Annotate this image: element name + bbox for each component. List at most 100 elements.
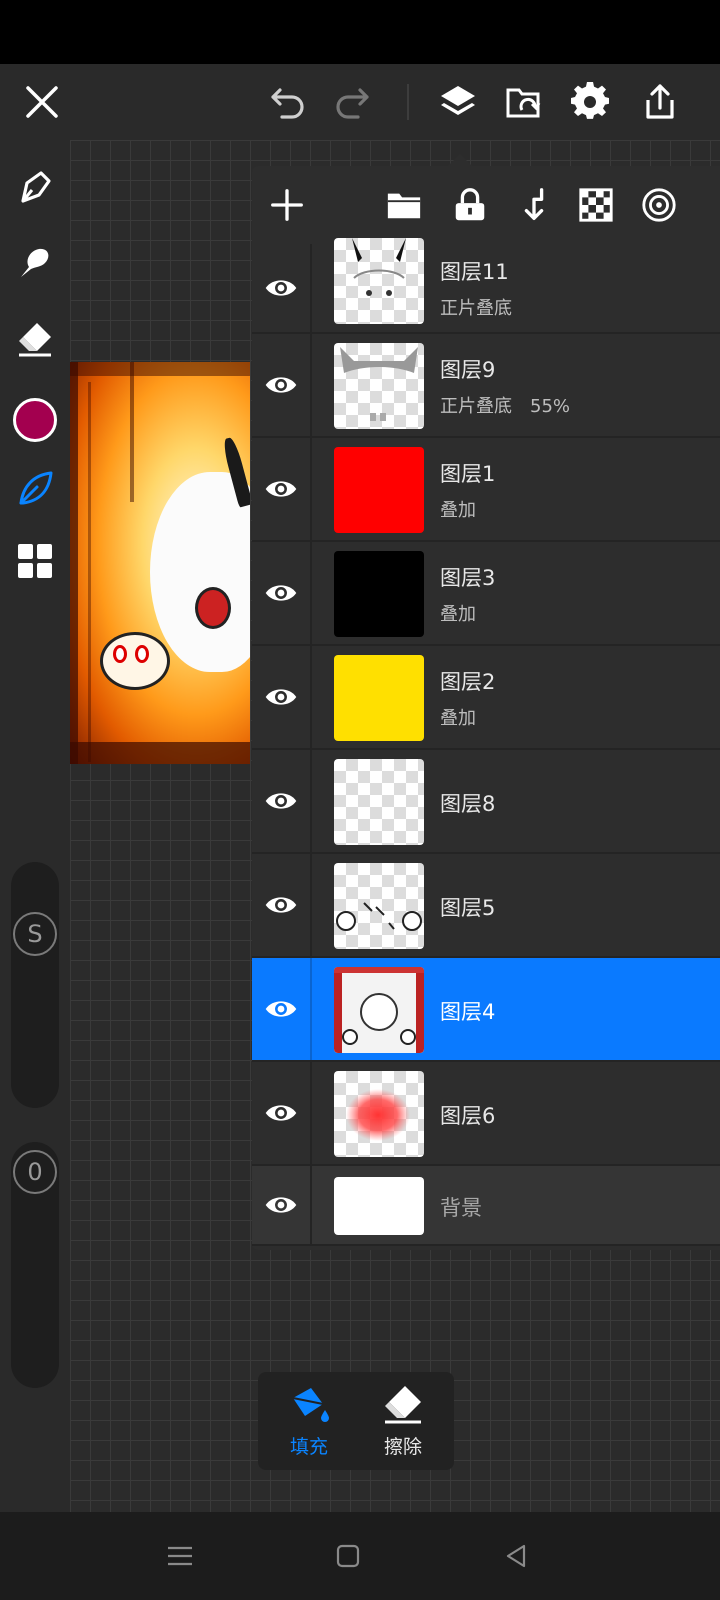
eye-icon <box>265 481 297 497</box>
folder-icon <box>387 193 421 219</box>
layer-name: 图层1 <box>440 462 496 486</box>
layer-name: 图层3 <box>440 566 496 590</box>
layer-blend-mode: 正片叠底 <box>440 298 512 319</box>
eye-icon <box>265 1105 297 1121</box>
redo-button[interactable] <box>326 76 378 128</box>
layers-button[interactable] <box>432 76 484 128</box>
lock-icon <box>455 188 485 221</box>
layer-row[interactable]: 图层2 叠加 <box>252 646 720 750</box>
layer-blend-mode: 叠加 <box>440 500 476 521</box>
lock-layer-button[interactable] <box>445 180 495 230</box>
layer-thumbnail <box>334 1071 424 1157</box>
eye-icon <box>265 897 297 913</box>
layer-thumbnail <box>334 1177 424 1235</box>
fill-erase-bar: 填充 擦除 <box>258 1372 454 1470</box>
visibility-toggle[interactable] <box>252 646 312 748</box>
character-eye <box>195 587 231 629</box>
fill-label: 填充 <box>289 1436 328 1458</box>
brush-opacity-knob[interactable]: 0 <box>13 1150 57 1194</box>
layer-row[interactable]: 图层1 叠加 <box>252 438 720 542</box>
layer-name: 图层6 <box>440 1104 496 1128</box>
more-tools-button[interactable] <box>10 536 60 586</box>
brush-opacity-slider[interactable]: 0 <box>11 1142 59 1388</box>
pen-icon <box>21 171 51 203</box>
merge-down-button[interactable] <box>509 180 559 230</box>
fill-button[interactable]: 填充 <box>264 1378 354 1464</box>
home-button[interactable] <box>326 1534 370 1578</box>
layer-row[interactable]: 图层11 正片叠底 <box>252 238 720 334</box>
layer-row[interactable]: 图层5 <box>252 854 720 958</box>
merge-down-icon <box>524 188 544 220</box>
grid-icon <box>18 544 52 578</box>
layer-name: 图层4 <box>440 1000 496 1024</box>
layer-thumbnail <box>334 655 424 741</box>
brush-size-slider[interactable]: S <box>11 862 59 1108</box>
transparency-button[interactable] <box>571 180 621 230</box>
current-color-swatch[interactable] <box>13 398 57 442</box>
visibility-toggle[interactable] <box>252 244 312 332</box>
eraser-icon <box>19 323 51 357</box>
left-toolbar: S 0 <box>0 140 70 1512</box>
leaf-icon <box>19 471 53 505</box>
brush-size-knob[interactable]: S <box>13 912 57 956</box>
visibility-toggle[interactable] <box>252 334 312 436</box>
eye-icon <box>265 1197 297 1213</box>
layer-row[interactable]: 图层8 <box>252 750 720 854</box>
layer-row[interactable]: 图层6 <box>252 1062 720 1166</box>
undo-button[interactable] <box>262 76 314 128</box>
eye-icon <box>265 689 297 705</box>
layer-thumbnail <box>334 238 424 324</box>
close-icon <box>26 86 58 118</box>
toolbar-divider <box>407 84 409 120</box>
paint-bucket-icon <box>292 1388 329 1422</box>
layer-row[interactable]: 图层9 正片叠底 55% <box>252 334 720 438</box>
visibility-toggle[interactable] <box>252 750 312 852</box>
layer-row[interactable]: 图层3 叠加 <box>252 542 720 646</box>
share-icon <box>646 84 674 119</box>
plus-icon <box>271 189 303 221</box>
visibility-toggle[interactable] <box>252 1166 312 1244</box>
layer-thumbnail <box>334 447 424 533</box>
layer-opacity: 55% <box>530 396 571 417</box>
smudge-tool-button[interactable] <box>10 238 60 288</box>
blend-options-button[interactable] <box>634 180 684 230</box>
layer-thumbnail <box>334 863 424 949</box>
layer-row-selected[interactable]: 图层4 <box>252 958 720 1062</box>
erase-button[interactable]: 擦除 <box>358 1378 448 1464</box>
layers-icon <box>441 86 475 115</box>
layer-blend-mode: 正片叠底 55% <box>440 396 571 417</box>
layer-thumbnail <box>334 343 424 429</box>
eraser-icon <box>385 1386 421 1424</box>
layer-name: 图层5 <box>440 896 496 920</box>
close-button[interactable] <box>16 76 68 128</box>
share-button[interactable] <box>634 76 686 128</box>
visibility-toggle[interactable] <box>252 438 312 540</box>
recent-apps-button[interactable] <box>158 1534 202 1578</box>
visibility-toggle[interactable] <box>252 1062 312 1164</box>
smudge-icon <box>21 248 49 277</box>
skull-drawing <box>100 632 170 690</box>
layer-folder-button[interactable] <box>379 180 429 230</box>
gallery-button[interactable] <box>498 76 550 128</box>
visibility-toggle[interactable] <box>252 854 312 956</box>
visibility-toggle[interactable] <box>252 542 312 644</box>
layer-thumbnail <box>334 759 424 845</box>
layer-list: 图层11 正片叠底 图层9 正片叠底 55% 图层1 叠加 图层3 叠加 图层2… <box>252 238 720 1246</box>
back-button[interactable] <box>494 1534 538 1578</box>
fill-tool-button[interactable] <box>10 464 60 514</box>
background-layer-row[interactable]: 背景 <box>252 1166 720 1246</box>
redo-icon <box>336 88 369 119</box>
add-layer-button[interactable] <box>262 180 312 230</box>
layers-panel-toolbar <box>252 166 720 244</box>
layer-name: 图层9 <box>440 358 496 382</box>
eraser-tool-button[interactable] <box>10 314 60 364</box>
visibility-toggle[interactable] <box>252 958 312 1060</box>
brush-tool-button[interactable] <box>10 162 60 212</box>
artwork-preview[interactable] <box>70 362 250 764</box>
home-square-icon <box>336 1544 360 1568</box>
status-bar <box>0 0 720 64</box>
settings-button[interactable] <box>564 76 616 128</box>
eye-icon <box>265 280 297 296</box>
gallery-icon <box>506 88 541 118</box>
layer-thumbnail <box>334 967 424 1053</box>
